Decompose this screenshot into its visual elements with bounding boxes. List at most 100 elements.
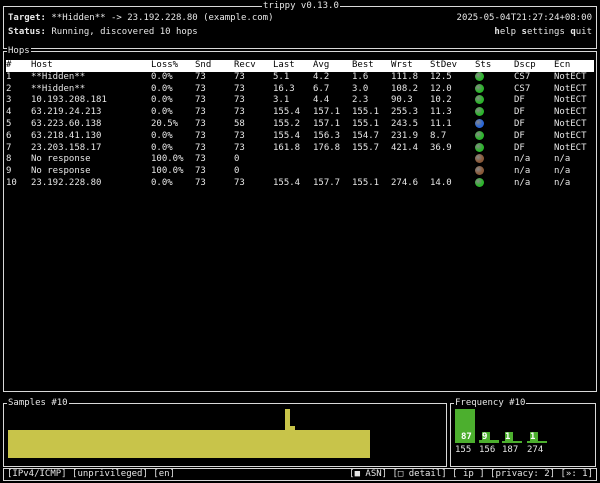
hop-loss-cell: 0.0% [151, 130, 173, 141]
hop-stdev-cell [430, 166, 475, 178]
hop-host-cell: 63.223.60.138 [31, 118, 102, 129]
hop-stdev-cell: 8.7 [430, 130, 447, 141]
frequency-count: 1 [505, 432, 511, 442]
hop-avg-cell: 157.1 [313, 107, 341, 118]
hop-row[interactable]: 3 10.193.208.181 0.0% 73 73 3.1 4.4 2.3 90.3 10.2… [6, 95, 594, 107]
hop-last-cell: 155.4 [273, 107, 301, 118]
hop-avg-cell: 6.7 [313, 83, 330, 94]
hop-loss-cell: 0.0% [151, 142, 173, 153]
hop-stdev-cell: 14.0 [430, 177, 452, 188]
hop-row[interactable]: 6 63.218.41.130 0.0% 73 73 155.4 156.3 154.7 231… [6, 130, 594, 143]
hop-stdev-cell [430, 154, 475, 166]
hop-stdev-cell: 11.3 [430, 107, 452, 118]
hop-num-cell: 7 [6, 142, 12, 153]
hop-host-cell: 63.219.24.213 [31, 107, 102, 118]
hop-best-cell: 154.7 [352, 130, 380, 141]
status-dot-icon [475, 107, 484, 117]
hop-row[interactable]: 4 63.219.24.213 0.0% 73 73 155.4 157.1 155.1 255… [6, 107, 594, 119]
hop-best-cell [352, 154, 391, 166]
target-line: Target: **Hidden** -> 23.192.228.80 (exa… [8, 12, 274, 24]
hops-table: # Host Loss% Snd Recv Last Avg Best Wrst StDev Sts… [6, 60, 594, 190]
hop-host-cell: No response [31, 166, 91, 177]
hop-recv-cell: 73 [234, 83, 245, 94]
frequency-bin-label: 155 [455, 445, 472, 455]
hop-row[interactable]: 2 **Hidden** 0.0% 73 73 16.3 6.7 3.0 108.2 12.0 CS… [6, 83, 594, 96]
hop-host-cell: 10.193.208.181 [31, 95, 107, 106]
hop-wrst-cell: 90.3 [391, 95, 413, 106]
hop-status-cell [475, 83, 514, 96]
hop-last-cell: 155.2 [273, 118, 301, 129]
hop-snd-cell: 73 [195, 95, 206, 106]
hop-row[interactable]: 8 No response 100.0% 73 0 n/a n/a [6, 154, 594, 166]
status-dot-icon [475, 166, 484, 176]
hop-wrst-cell: 243.5 [391, 118, 419, 129]
hop-num-cell: 8 [6, 154, 12, 165]
hop-best-cell: 155.1 [352, 107, 380, 118]
hop-snd-cell: 73 [195, 130, 206, 141]
frequency-count: 9 [482, 432, 488, 442]
frequency-bin-label: 156 [479, 445, 496, 455]
hop-last-cell [273, 166, 313, 178]
hop-row[interactable]: 9 No response 100.0% 73 0 n/a n/a [6, 166, 594, 178]
hop-dscp-cell: DF [514, 142, 525, 153]
help-hint[interactable]: help [494, 27, 516, 37]
hop-row[interactable]: 7 23.203.158.17 0.0% 73 73 161.8 176.8 155.7 421… [6, 142, 594, 155]
quit-hint[interactable]: quit [570, 27, 592, 37]
hop-best-cell: 155.1 [352, 118, 380, 129]
hop-last-cell: 161.8 [273, 142, 301, 153]
status-bar-left: [IPv4/ICMP] [unprivileged] [en] [7, 469, 175, 479]
hop-status-cell [475, 142, 514, 155]
header-panel: trippy v0.13.0 Target: **Hidden** -> 23.… [3, 0, 597, 49]
hop-snd-cell: 73 [195, 142, 206, 153]
status-label: Status: [8, 27, 46, 37]
hop-best-cell: 155.1 [352, 177, 380, 188]
hop-dscp-cell: DF [514, 118, 525, 129]
hop-best-cell: 3.0 [352, 83, 369, 94]
column-header: StDev [430, 60, 458, 70]
hop-recv-cell: 73 [234, 142, 245, 153]
hop-stdev-cell: 11.1 [430, 118, 452, 129]
hop-avg-cell: 157.1 [313, 118, 341, 129]
hop-avg-cell [313, 166, 352, 178]
hop-loss-cell: 100.0% [151, 154, 184, 165]
hop-wrst-cell: 421.4 [391, 142, 419, 153]
hop-row[interactable]: 10 23.192.228.80 0.0% 73 73 155.4 157.7 155.1 27… [6, 177, 594, 190]
hop-best-cell: 1.6 [352, 71, 369, 82]
hop-status-cell [475, 107, 514, 119]
hop-num-cell: 6 [6, 130, 12, 141]
hop-recv-cell: 0 [234, 166, 240, 177]
hop-dscp-cell: DF [514, 95, 525, 106]
hop-status-cell [475, 71, 514, 84]
status-bar-right[interactable]: [■ ASN] [□ detail] [ ip ] [privacy: 2] [… [349, 469, 593, 480]
status-dot-icon [475, 118, 484, 128]
hop-snd-cell: 73 [195, 177, 206, 188]
hop-last-cell: 16.3 [273, 83, 295, 94]
hop-loss-cell: 0.0% [151, 177, 173, 188]
hop-num-cell: 5 [6, 118, 12, 129]
status-line: Status: Running, discovered 10 hops [8, 26, 198, 38]
target-label: Target: [8, 13, 46, 23]
column-header: Last [273, 60, 295, 70]
hop-host-cell: 23.203.158.17 [31, 142, 102, 153]
hop-snd-cell: 73 [195, 154, 206, 165]
hop-dscp-cell: n/a [514, 154, 531, 165]
hop-ecn-cell: NotECT [554, 118, 587, 129]
hop-wrst-cell: 255.3 [391, 107, 419, 118]
hop-avg-cell: 176.8 [313, 142, 341, 153]
hop-loss-cell: 20.5% [151, 118, 179, 129]
hop-wrst-cell: 111.8 [391, 71, 419, 82]
hop-row[interactable]: 1 **Hidden** 0.0% 73 73 5.1 4.2 1.6 111.8 12.5 CS7… [6, 71, 594, 84]
status-bar: [IPv4/ICMP] [unprivileged] [en] [■ ASN] … [3, 468, 597, 481]
hop-recv-cell: 73 [234, 130, 245, 141]
hop-ecn-cell: n/a [554, 166, 571, 177]
hop-row[interactable]: 5 63.223.60.138 20.5% 73 58 155.2 157.1 155.1 24… [6, 118, 594, 131]
hop-num-cell: 1 [6, 71, 12, 82]
hop-avg-cell: 4.4 [313, 95, 330, 106]
hop-loss-cell: 0.0% [151, 107, 173, 118]
hop-status-cell [475, 166, 514, 178]
samples-title: Samples #10 [7, 397, 69, 409]
hops-title: Hops [7, 45, 31, 57]
hop-stdev-cell: 12.0 [430, 83, 452, 94]
settings-hint[interactable]: settings [522, 27, 565, 37]
hop-snd-cell: 73 [195, 118, 206, 129]
